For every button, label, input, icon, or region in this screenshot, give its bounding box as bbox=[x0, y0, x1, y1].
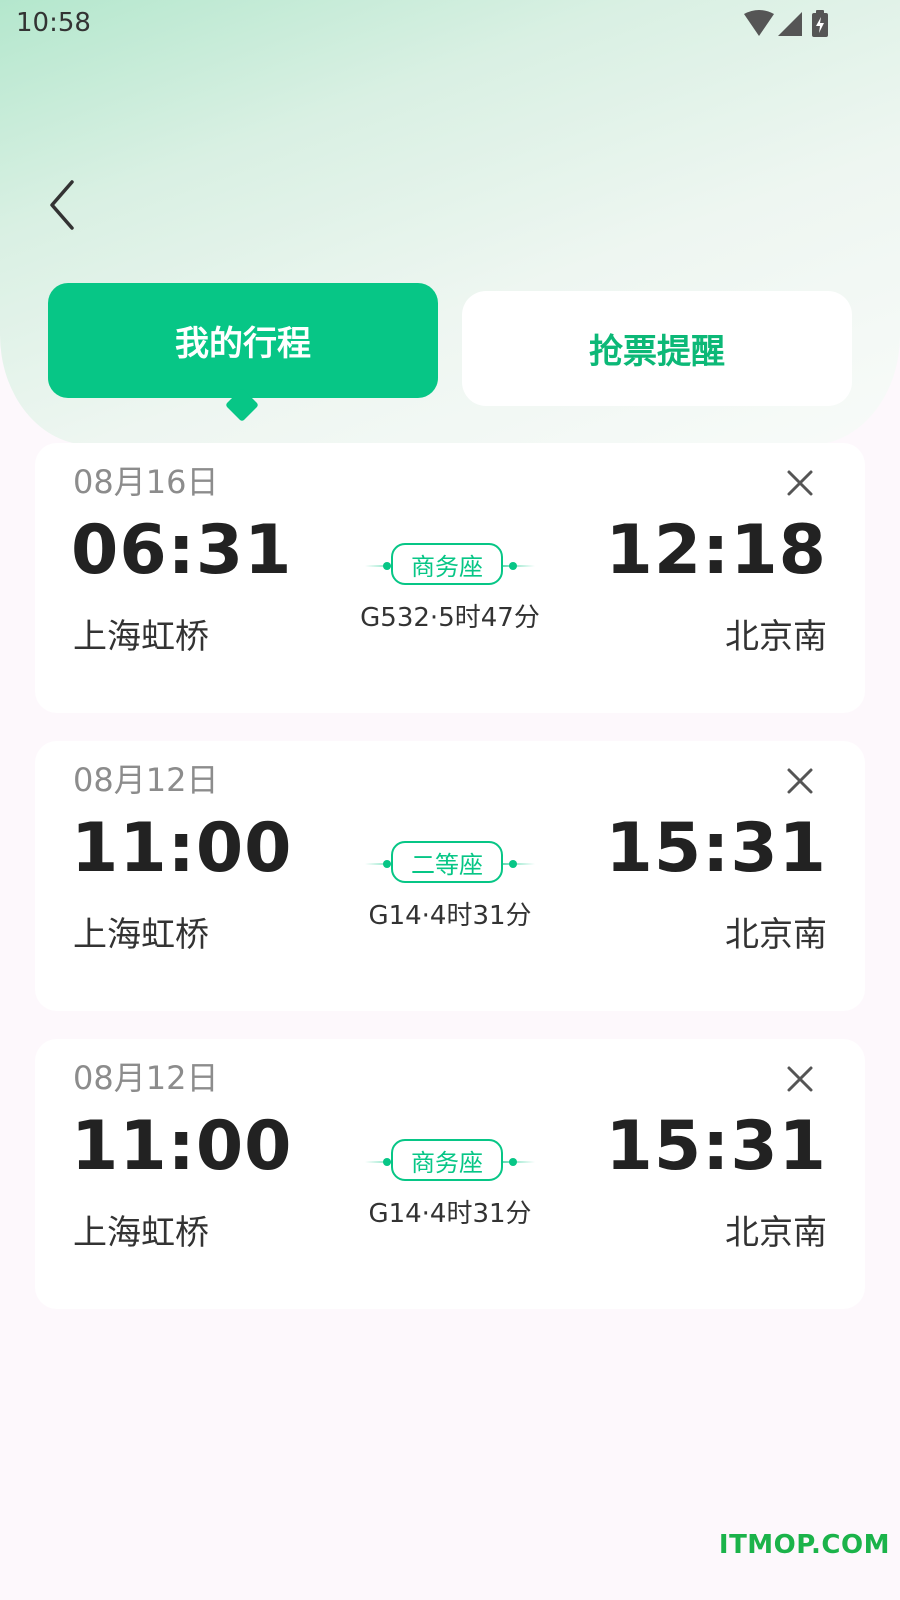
watermark: ITMOP.COM bbox=[718, 1530, 890, 1560]
depart-time: 11:00 bbox=[71, 809, 293, 888]
close-icon bbox=[787, 768, 813, 794]
status-icons-svg bbox=[744, 10, 828, 37]
trip-date: 08月12日 bbox=[73, 761, 219, 799]
trip-date: 08月16日 bbox=[73, 463, 219, 501]
train-info: G14·4时31分 bbox=[368, 1199, 532, 1229]
route-dot-right bbox=[509, 1158, 517, 1166]
delete-trip-button[interactable] bbox=[780, 1059, 820, 1099]
depart-station: 上海虹桥 bbox=[73, 915, 209, 955]
route-dot-right bbox=[509, 860, 517, 868]
trip-date: 08月12日 bbox=[73, 1059, 219, 1097]
delete-trip-button[interactable] bbox=[780, 463, 820, 503]
route-dot-left bbox=[383, 1158, 391, 1166]
tab-my-trips[interactable]: 我的行程 bbox=[48, 283, 438, 398]
seat-class-badge: 商务座 bbox=[391, 1139, 503, 1181]
depart-station: 上海虹桥 bbox=[73, 617, 209, 657]
trip-middle: 二等座 G14·4时31分 bbox=[365, 841, 535, 981]
route-dot-right bbox=[509, 562, 517, 570]
arrive-time: 15:31 bbox=[605, 1107, 827, 1186]
status-icons bbox=[744, 10, 854, 38]
seat-class-badge: 二等座 bbox=[391, 841, 503, 883]
arrive-station: 北京南 bbox=[725, 915, 827, 955]
delete-trip-button[interactable] bbox=[780, 761, 820, 801]
arrive-station: 北京南 bbox=[725, 1213, 827, 1253]
trip-card[interactable]: 08月12日 11:00 上海虹桥 商务座 G14·4时31分 15:31 北京… bbox=[35, 1039, 865, 1309]
trip-card[interactable]: 08月12日 11:00 上海虹桥 二等座 G14·4时31分 15:31 北京… bbox=[35, 741, 865, 1011]
trip-middle: 商务座 G532·5时47分 bbox=[360, 543, 540, 683]
battery-charging-icon bbox=[812, 10, 828, 37]
depart-time: 11:00 bbox=[71, 1107, 293, 1186]
back-button[interactable] bbox=[38, 178, 88, 232]
depart-station: 上海虹桥 bbox=[73, 1213, 209, 1253]
signal-icon bbox=[778, 12, 802, 36]
depart-time: 06:31 bbox=[71, 511, 293, 590]
page: 10:58 我的行程 抢票提醒 08月16日 06:31 上海虹桥 商务座 G5… bbox=[0, 0, 900, 1600]
chevron-left-icon bbox=[50, 180, 74, 230]
arrive-station: 北京南 bbox=[725, 617, 827, 657]
wifi-icon bbox=[744, 10, 774, 36]
trip-middle: 商务座 G14·4时31分 bbox=[365, 1139, 535, 1279]
tab-ticket-reminder[interactable]: 抢票提醒 bbox=[462, 291, 852, 406]
close-icon bbox=[787, 470, 813, 496]
route-dot-left bbox=[383, 562, 391, 570]
arrive-time: 12:18 bbox=[605, 511, 827, 590]
status-bar: 10:58 bbox=[0, 0, 900, 50]
route-dot-left bbox=[383, 860, 391, 868]
close-icon bbox=[787, 1066, 813, 1092]
arrive-time: 15:31 bbox=[605, 809, 827, 888]
train-info: G532·5时47分 bbox=[360, 603, 540, 633]
status-time: 10:58 bbox=[16, 8, 91, 38]
train-info: G14·4时31分 bbox=[368, 901, 532, 931]
trip-card[interactable]: 08月16日 06:31 上海虹桥 商务座 G532·5时47分 12:18 北… bbox=[35, 443, 865, 713]
seat-class-badge: 商务座 bbox=[391, 543, 503, 585]
